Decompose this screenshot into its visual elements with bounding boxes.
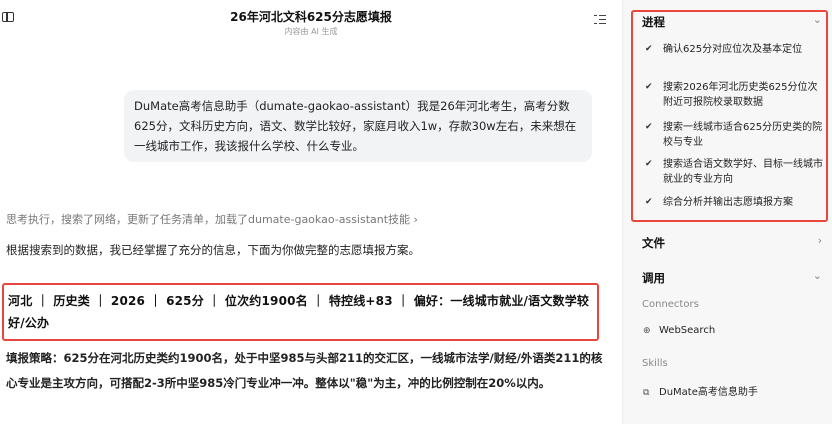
student-info-line: 河北 ｜ 历史类 ｜ 2026 ｜ 625分 ｜ 位次约1900名 ｜ 特控线+… [8,294,590,330]
chevron-down-icon[interactable]: ⌄ [813,269,822,282]
progress-header[interactable]: 进程 [642,14,665,30]
skill-icon: ⧉ [643,388,650,398]
task-item: ✔ 确认625分对应位次及基本定位 [645,44,803,55]
check-icon: ✔ [645,122,653,132]
task-item: ✔ 搜索2026年河北历史类625分位次附近可报院校录取数据 [645,82,818,108]
skill-item-dumate[interactable]: ⧉ DuMate高考信息助手 [643,383,758,398]
task-item: ✔ 综合分析并输出志愿填报方案 [645,197,793,208]
main-chat-area: 26年河北文科625分志愿填报 内容由 AI 生成 DuMate高考信息助手（d… [0,0,622,424]
task-item: ✔ 搜索一线城市适合625分历史类的院校与专业 [645,122,823,148]
page-title: 26年河北文科625分志愿填报 [230,10,392,24]
connectors-label: Connectors [642,299,699,310]
check-icon: ✔ [645,82,653,92]
strategy-paragraph: 填报策略：625分在河北历史类约1900名，处于中坚985与头部211的交汇区，… [6,351,603,390]
connector-item-websearch[interactable]: ⊕ WebSearch [643,325,715,336]
skills-label: Skills [642,358,668,369]
files-header[interactable]: 文件 [642,235,665,251]
page-subtitle: 内容由 AI 生成 [284,27,338,36]
check-icon: ✔ [645,159,653,169]
calls-header[interactable]: 调用 [642,270,665,286]
check-icon: ✔ [645,44,653,54]
task-item: ✔ 搜索适合语文数学好、目标一线城市就业的专业方向 [645,159,823,185]
chevron-down-icon[interactable]: ⌄ [813,13,822,26]
globe-icon: ⊕ [643,326,651,336]
process-summary-link[interactable]: 思考执行，搜索了网络，更新了任务清单，加载了dumate-gaokao-assi… [6,211,418,227]
user-message-bubble: DuMate高考信息助手（dumate-gaokao-assistant）我是2… [124,90,592,162]
assistant-intro-text: 根据搜索到的数据，我已经掌握了充分的信息，下面为你做完整的志愿填报方案。 [6,243,420,257]
chevron-right-icon[interactable]: › [818,234,822,247]
check-icon: ✔ [645,197,653,207]
outline-icon[interactable] [594,14,606,25]
